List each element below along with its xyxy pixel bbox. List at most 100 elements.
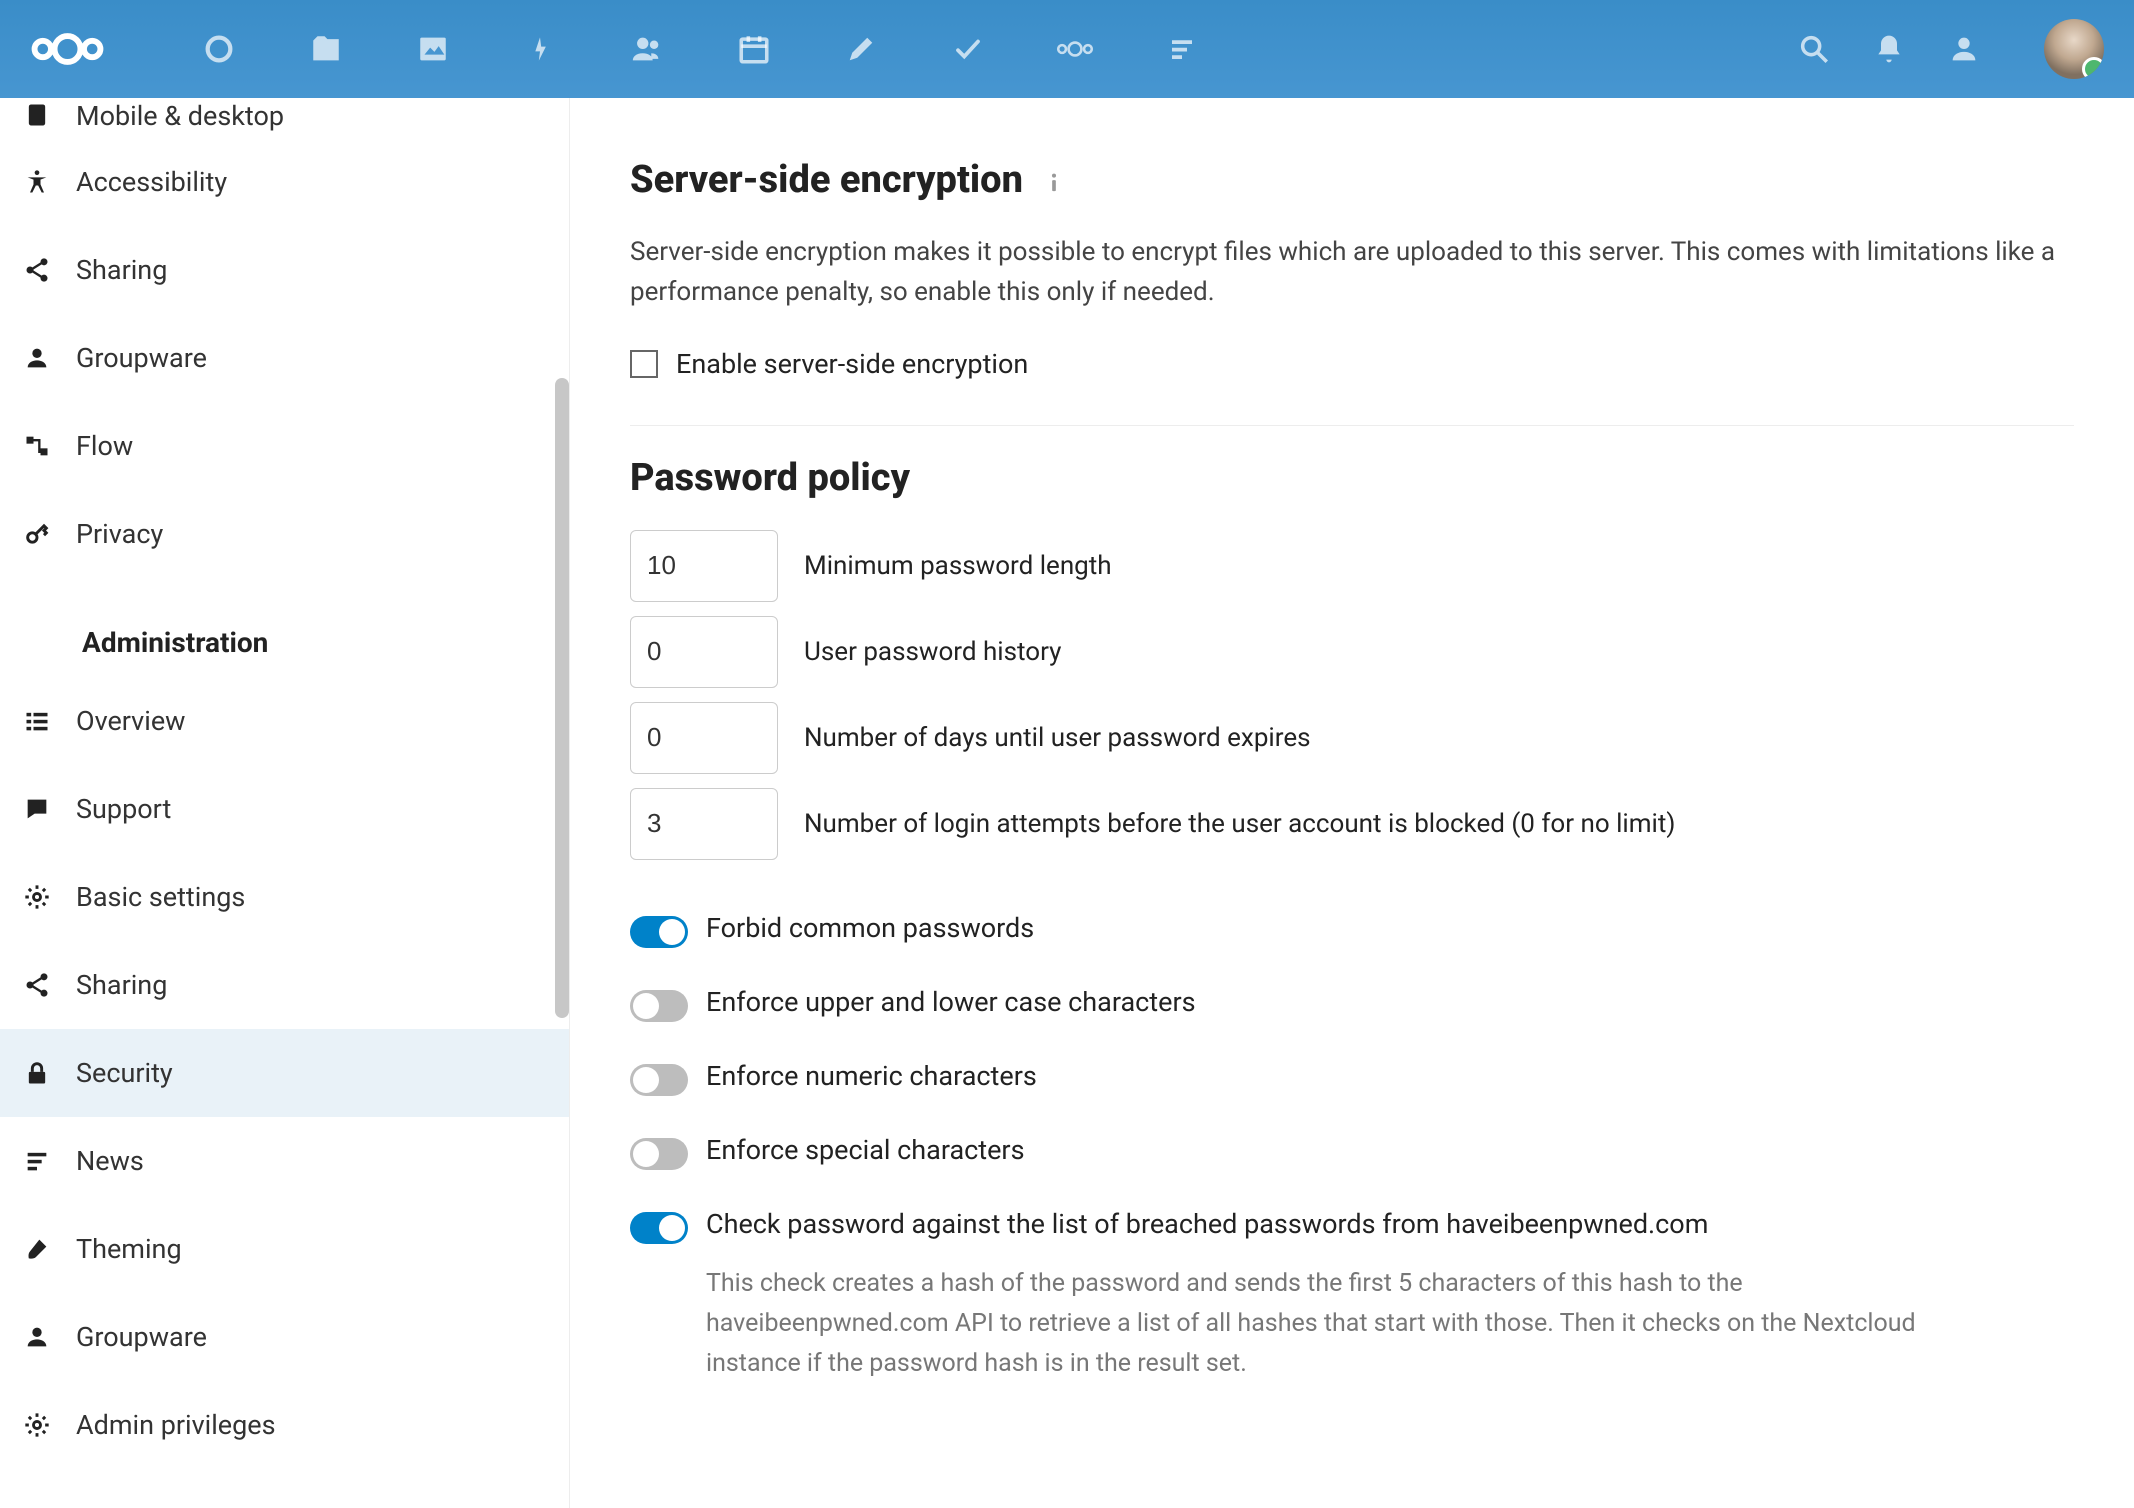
password-policy-title-text: Password policy <box>630 456 910 500</box>
sidebar-item-label: Mobile & desktop <box>76 100 284 132</box>
contacts-menu-icon[interactable] <box>1939 24 1989 74</box>
toggle-forbid-common[interactable] <box>630 916 688 948</box>
app-logo[interactable] <box>30 24 105 74</box>
sidebar-item-label: Overview <box>76 705 185 737</box>
sidebar-item-label: Admin privileges <box>76 1409 276 1441</box>
password-expire-row: Number of days until user password expir… <box>630 702 2074 774</box>
flow-icon <box>20 429 54 463</box>
enable-encryption-label: Enable server-side encryption <box>676 348 1028 380</box>
settings-sidebar: Mobile & desktop Accessibility Sharing Grou… <box>0 98 570 1508</box>
notifications-icon[interactable] <box>1864 24 1914 74</box>
settings-main: Server-side encryption Server-side encry… <box>570 98 2134 1508</box>
toggle-label-enforce-special: Enforce special characters <box>706 1134 1025 1166</box>
info-icon[interactable] <box>1043 168 1067 192</box>
sidebar-item-mobile-desktop[interactable]: Mobile & desktop <box>0 98 569 138</box>
login-attempts-input[interactable] <box>630 788 778 860</box>
toggle-enforce-numeric[interactable] <box>630 1064 688 1096</box>
login-attempts-row: Number of login attempts before the user… <box>630 788 2074 860</box>
sidebar-item-security[interactable]: Security <box>0 1029 569 1117</box>
toggle-row-enforce-special: Enforce special characters <box>630 1134 2074 1170</box>
nav-more-icon[interactable] <box>1128 0 1235 98</box>
toggle-label-forbid-common: Forbid common passwords <box>706 912 1034 944</box>
user-icon <box>20 341 54 375</box>
user-status-online-icon <box>2082 57 2104 79</box>
app-header <box>0 0 2134 98</box>
password-history-input[interactable] <box>630 616 778 688</box>
encryption-description: Server-side encryption makes it possible… <box>630 232 2074 313</box>
user-avatar[interactable] <box>2044 19 2104 79</box>
nav-calendar-icon[interactable] <box>700 0 807 98</box>
sidebar-item-label: Security <box>76 1057 173 1089</box>
toggle-row-hibp: Check password against the list of breac… <box>630 1208 2074 1244</box>
section-title-password-policy: Password policy <box>630 456 2074 500</box>
list-lines-icon <box>20 1144 54 1178</box>
brush-icon <box>20 1232 54 1266</box>
toggle-row-forbid-common: Forbid common passwords <box>630 912 2074 948</box>
nav-tasks-icon[interactable] <box>914 0 1021 98</box>
sidebar-item-sharing-admin[interactable]: Sharing <box>0 941 569 1029</box>
header-nav <box>165 0 1235 98</box>
gear-icon <box>20 1408 54 1442</box>
nav-photos-icon[interactable] <box>379 0 486 98</box>
sidebar-item-label: Sharing <box>76 254 167 286</box>
sidebar-scrollbar[interactable] <box>555 378 569 1018</box>
sidebar-item-sharing[interactable]: Sharing <box>0 226 569 314</box>
toggle-label-hibp: Check password against the list of breac… <box>706 1208 1708 1240</box>
sidebar-item-overview[interactable]: Overview <box>0 677 569 765</box>
min-length-input[interactable] <box>630 530 778 602</box>
sidebar-item-label: Sharing <box>76 969 167 1001</box>
sidebar-item-theming[interactable]: Theming <box>0 1205 569 1293</box>
sidebar-item-accessibility[interactable]: Accessibility <box>0 138 569 226</box>
nav-files-icon[interactable] <box>272 0 379 98</box>
nav-dashboard-icon[interactable] <box>165 0 272 98</box>
nav-deck-icon[interactable] <box>1021 0 1128 98</box>
password-expire-input[interactable] <box>630 702 778 774</box>
section-title-encryption: Server-side encryption <box>630 158 2074 202</box>
user-icon <box>20 1320 54 1354</box>
password-history-row: User password history <box>630 616 2074 688</box>
share-icon <box>20 253 54 287</box>
header-right <box>1789 19 2104 79</box>
toggle-sub-hibp: This check creates a hash of the passwor… <box>706 1264 1986 1384</box>
sidebar-item-groupware[interactable]: Groupware <box>0 314 569 402</box>
list-icon <box>20 704 54 738</box>
enable-encryption-checkbox[interactable] <box>630 350 658 378</box>
toggle-row-enforce-numeric: Enforce numeric characters <box>630 1060 2074 1096</box>
sidebar-item-groupware-admin[interactable]: Groupware <box>0 1293 569 1381</box>
key-icon <box>20 517 54 551</box>
sidebar-item-label: Privacy <box>76 518 163 550</box>
encryption-title-text: Server-side encryption <box>630 158 1023 202</box>
sidebar-item-label: Accessibility <box>76 166 227 198</box>
chat-icon <box>20 792 54 826</box>
toggle-enforce-special[interactable] <box>630 1138 688 1170</box>
share-icon <box>20 968 54 1002</box>
sidebar-item-label: Groupware <box>76 1321 207 1353</box>
min-length-label: Minimum password length <box>804 551 1112 581</box>
sidebar-item-news[interactable]: News <box>0 1117 569 1205</box>
toggle-enforce-case[interactable] <box>630 990 688 1022</box>
password-history-label: User password history <box>804 637 1061 667</box>
device-icon <box>20 98 54 132</box>
sidebar-item-privacy[interactable]: Privacy <box>0 490 569 578</box>
nav-activity-icon[interactable] <box>486 0 593 98</box>
password-expire-label: Number of days until user password expir… <box>804 723 1311 753</box>
section-server-side-encryption: Server-side encryption Server-side encry… <box>630 128 2074 426</box>
login-attempts-label: Number of login attempts before the user… <box>804 809 1675 839</box>
nav-notes-icon[interactable] <box>807 0 914 98</box>
sidebar-item-label: Flow <box>76 430 133 462</box>
search-icon[interactable] <box>1789 24 1839 74</box>
toggle-hibp[interactable] <box>630 1212 688 1244</box>
toggle-row-enforce-case: Enforce upper and lower case characters <box>630 986 2074 1022</box>
gear-icon <box>20 880 54 914</box>
sidebar-item-admin-privileges[interactable]: Admin privileges <box>0 1381 569 1469</box>
nav-contacts-icon[interactable] <box>593 0 700 98</box>
sidebar-item-label: Basic settings <box>76 881 245 913</box>
sidebar-item-support[interactable]: Support <box>0 765 569 853</box>
sidebar-item-label: News <box>76 1145 144 1177</box>
sidebar-item-flow[interactable]: Flow <box>0 402 569 490</box>
toggle-label-enforce-numeric: Enforce numeric characters <box>706 1060 1037 1092</box>
sidebar-item-label: Support <box>76 793 171 825</box>
lock-icon <box>20 1056 54 1090</box>
section-password-policy: Password policy Minimum password length … <box>630 426 2074 1429</box>
sidebar-item-basic-settings[interactable]: Basic settings <box>0 853 569 941</box>
